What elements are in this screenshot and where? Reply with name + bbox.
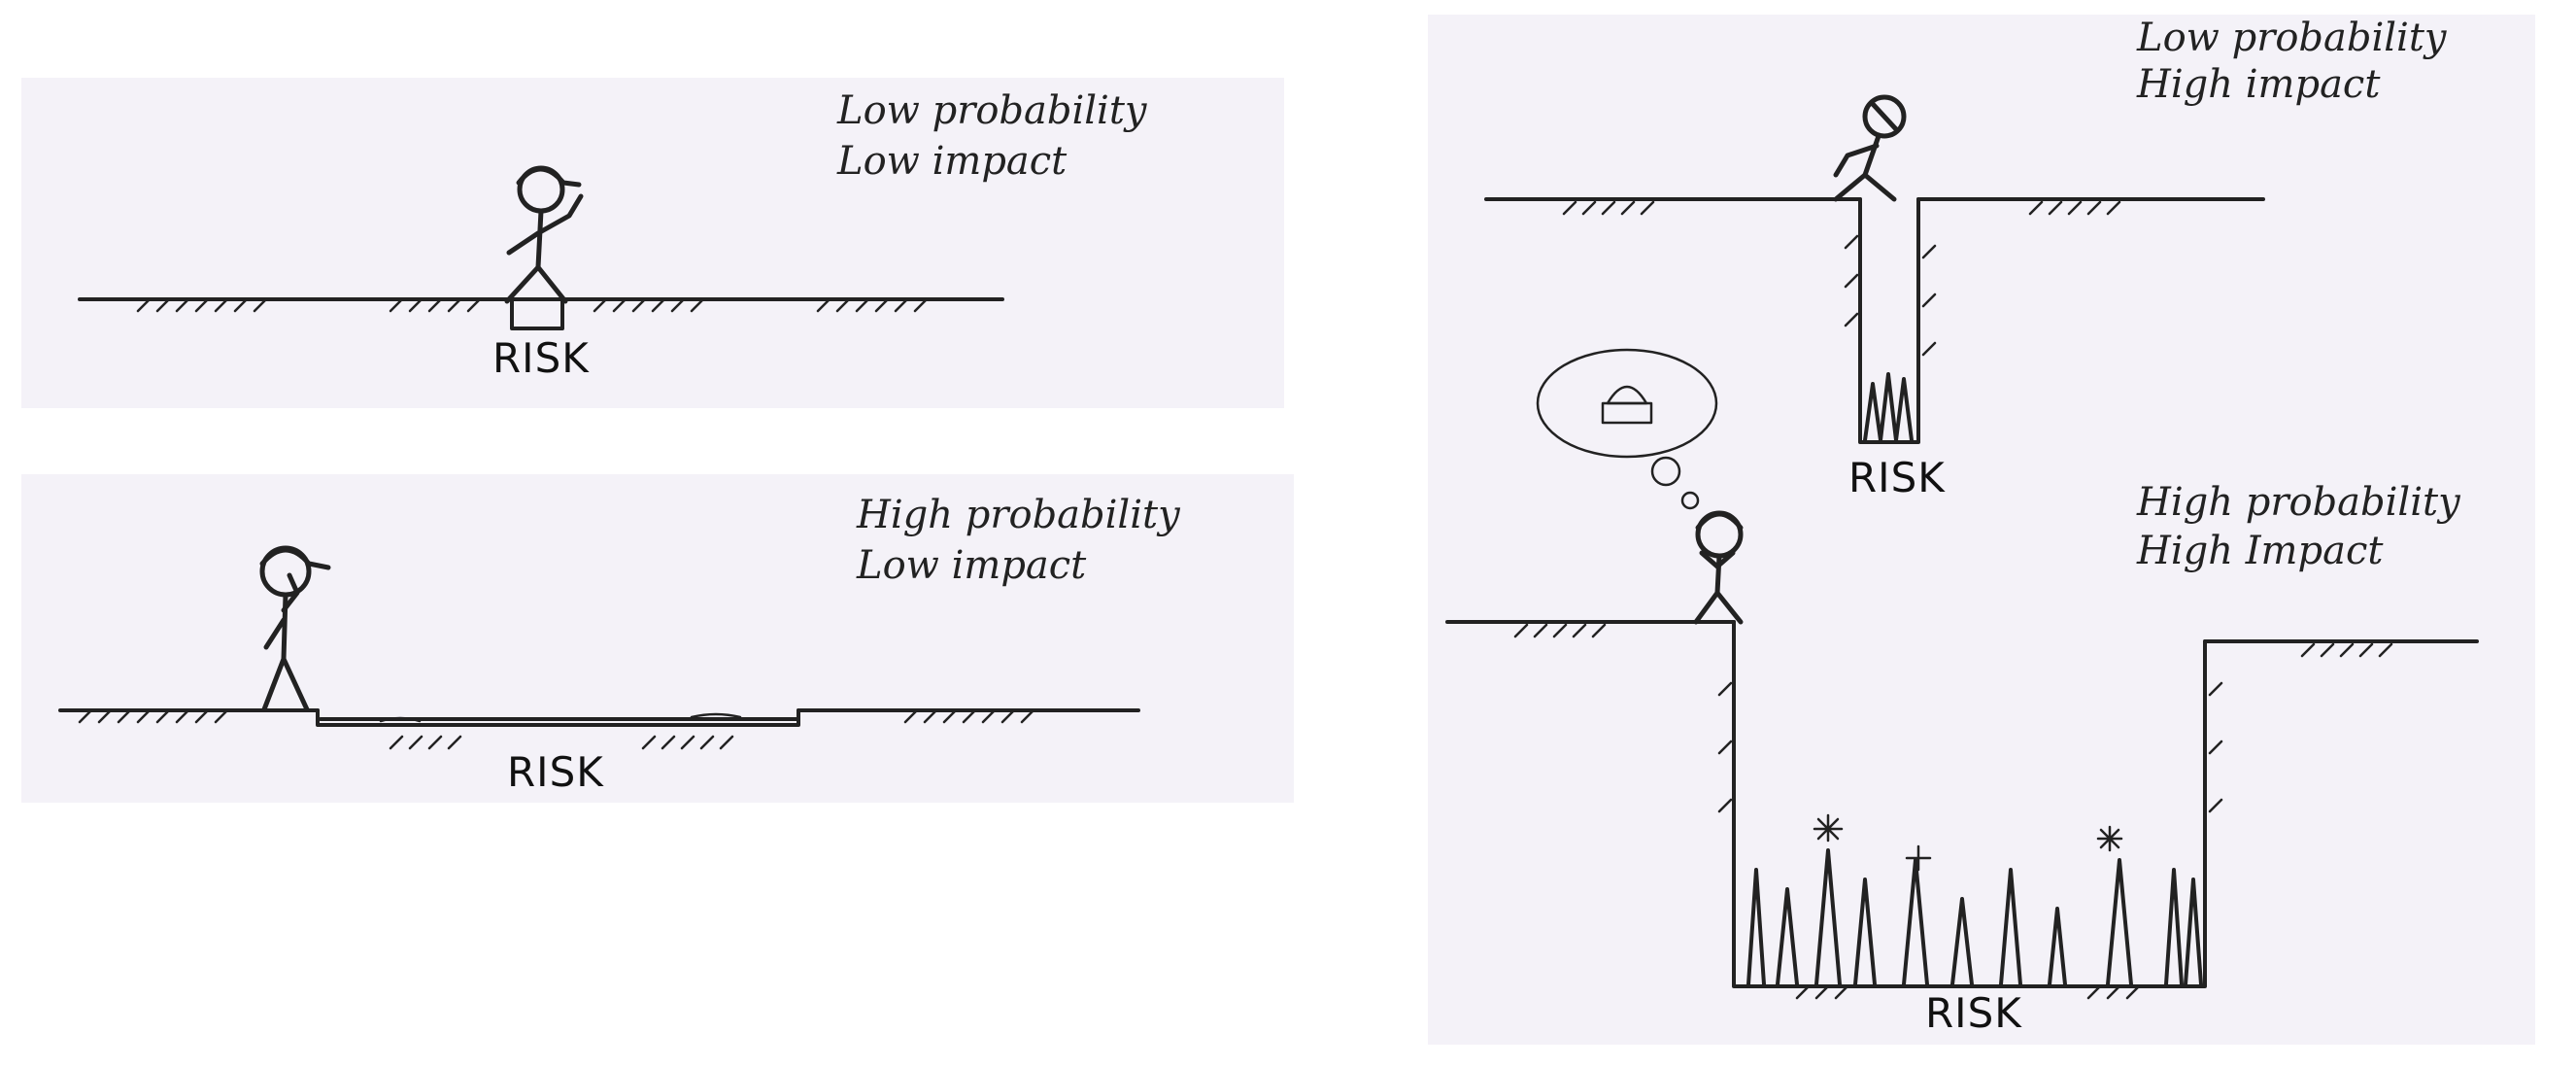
panel-low-probability-low-impact: Low probability Low impact RISK xyxy=(21,78,1284,408)
stick-figure-near-pit xyxy=(1833,94,1907,202)
risk-label-top: RISK xyxy=(1848,454,1946,501)
panel-high-probability-low-impact: High probability Low impact RISK xyxy=(21,474,1294,803)
caption-low-impact: Low impact xyxy=(857,543,1087,588)
caption-low-probability: Low probability xyxy=(837,88,1147,133)
caption-high-impact: High impact xyxy=(2137,62,2381,107)
risk-label: RISK xyxy=(492,334,590,382)
stick-figure-walking xyxy=(504,165,584,304)
caption-low-impact: Low impact xyxy=(837,139,1068,184)
stick-figure-standing xyxy=(259,545,331,712)
ground-hatching xyxy=(1562,200,2121,357)
spark-marks xyxy=(1813,813,2123,872)
risk-label-bottom: RISK xyxy=(1925,989,2022,1037)
ground-hatching xyxy=(1513,623,2393,1000)
worried-stick-figure xyxy=(1693,510,1744,625)
small-hole xyxy=(510,297,564,330)
thought-bubble xyxy=(1536,348,1718,510)
ground-hatching xyxy=(78,708,1035,750)
panel-high-impact: Low probability High impact RISK High pr… xyxy=(1428,15,2535,1045)
caption-low-probability: Low probability xyxy=(2137,16,2447,60)
caption-high-probability: High probability xyxy=(857,493,1180,537)
spikes-large-pit xyxy=(1746,848,2203,986)
risk-label: RISK xyxy=(507,748,604,796)
spikes-small-pit xyxy=(1863,372,1914,442)
caption-high-impact: High Impact xyxy=(2137,529,2384,573)
caption-high-probability: High probability xyxy=(2137,480,2460,525)
